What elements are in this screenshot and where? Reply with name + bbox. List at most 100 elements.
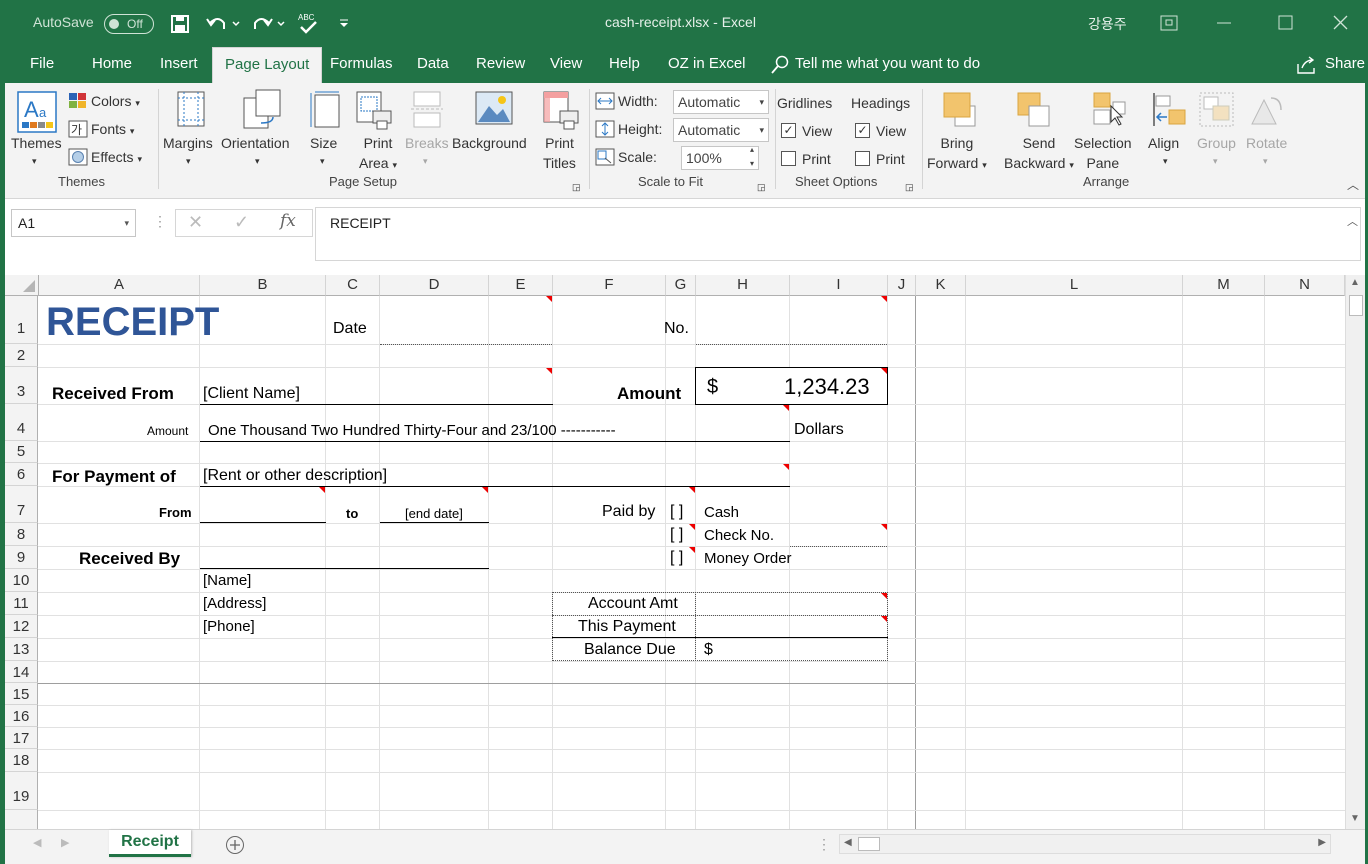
tab-page-layout[interactable]: Page Layout <box>212 47 323 83</box>
column-header[interactable]: D <box>380 275 489 296</box>
print-titles-icon[interactable] <box>542 91 580 131</box>
column-header[interactable]: E <box>489 275 553 296</box>
align-icon[interactable] <box>1151 92 1187 128</box>
client-name-field[interactable]: [Client Name] <box>203 385 300 403</box>
comment-indicator[interactable] <box>689 547 695 553</box>
send-backward-icon[interactable] <box>1017 92 1051 128</box>
size-dropdown-arrow[interactable]: ▾ <box>320 151 325 171</box>
ribbon-display-options-icon[interactable] <box>1160 15 1178 31</box>
margins-button[interactable]: Margins <box>163 133 213 153</box>
comment-indicator[interactable] <box>881 593 887 599</box>
comment-indicator[interactable] <box>319 487 325 493</box>
insert-function-icon[interactable]: fx <box>280 211 296 231</box>
page-setup-dialog-launcher[interactable]: ◲ <box>572 177 581 197</box>
row-header[interactable]: 19 <box>5 772 38 810</box>
comment-indicator[interactable] <box>689 487 695 493</box>
background-button[interactable]: Background <box>452 133 527 153</box>
address-field[interactable]: [Address] <box>203 595 266 612</box>
minimize-icon[interactable] <box>1217 22 1233 26</box>
column-header[interactable]: N <box>1265 275 1345 296</box>
comment-indicator[interactable] <box>881 368 887 374</box>
row-header[interactable]: 6 <box>5 463 38 486</box>
row-header[interactable]: 1 <box>5 296 38 344</box>
orientation-button[interactable]: Orientation <box>221 133 289 153</box>
background-icon[interactable] <box>475 91 515 127</box>
tab-insert[interactable]: Insert <box>160 47 198 83</box>
align-dropdown-arrow[interactable]: ▾ <box>1163 151 1168 171</box>
comment-indicator[interactable] <box>546 296 552 302</box>
comment-indicator[interactable] <box>482 487 488 493</box>
themes-button[interactable]: Themes <box>11 133 62 153</box>
name-field[interactable]: [Name] <box>203 572 251 589</box>
cancel-icon[interactable]: ✕ <box>188 212 203 233</box>
row-header[interactable]: 15 <box>5 683 38 705</box>
horizontal-scrollbar[interactable]: ◀ ▶ <box>839 834 1331 854</box>
headings-print-checkbox[interactable] <box>855 151 870 166</box>
selection-pane-icon[interactable] <box>1093 92 1127 128</box>
row-header[interactable]: 4 <box>5 404 38 441</box>
row-header[interactable] <box>5 810 38 829</box>
bring-forward-icon[interactable] <box>943 92 977 128</box>
margins-dropdown-arrow[interactable]: ▾ <box>186 151 191 171</box>
comment-indicator[interactable] <box>546 368 552 374</box>
row-header[interactable]: 11 <box>5 592 38 615</box>
close-icon[interactable] <box>1333 15 1349 31</box>
tab-file[interactable]: File <box>30 47 54 83</box>
user-name[interactable]: 강용주 <box>1088 14 1127 34</box>
maximize-icon[interactable] <box>1278 15 1294 31</box>
sheet-options-dialog-launcher[interactable]: ◲ <box>905 177 914 197</box>
collapse-ribbon-icon[interactable]: ︿ <box>1347 175 1359 195</box>
scale-dialog-launcher[interactable]: ◲ <box>757 177 766 197</box>
formula-bar-splitter[interactable]: ⋮ <box>153 213 167 230</box>
end-date-field[interactable]: [end date] <box>405 506 463 521</box>
formula-input[interactable]: RECEIPT <box>315 207 1361 261</box>
row-header[interactable]: 13 <box>5 638 38 661</box>
collapse-formula-bar-icon[interactable]: ︿ <box>1347 213 1358 229</box>
column-header[interactable]: B <box>200 275 326 296</box>
selection-pane-button[interactable]: Selection Pane <box>1074 133 1132 173</box>
bring-forward-button[interactable]: Bring Forward ▾ <box>927 133 987 175</box>
column-header[interactable]: F <box>553 275 666 296</box>
fonts-button[interactable]: Fonts ▾ <box>91 119 134 141</box>
vertical-scrollbar[interactable]: ▲ ▼ <box>1345 275 1365 829</box>
row-header[interactable]: 8 <box>5 523 38 546</box>
cash-checkbox[interactable]: [ ] <box>670 503 683 521</box>
sheet-tab-receipt[interactable]: Receipt <box>109 830 191 857</box>
column-header[interactable]: L <box>966 275 1183 296</box>
check-checkbox[interactable]: [ ] <box>670 526 683 544</box>
orientation-icon[interactable] <box>243 89 283 131</box>
column-header[interactable]: H <box>696 275 790 296</box>
spelling-icon[interactable]: ABC <box>297 12 319 36</box>
themes-icon[interactable]: Aa <box>17 91 57 133</box>
worksheet-grid[interactable]: A B C D E F G H I J K L M N 1 2 3 4 5 6 … <box>5 275 1345 829</box>
row-header[interactable]: 5 <box>5 441 38 463</box>
column-header[interactable]: K <box>916 275 966 296</box>
themes-dropdown-arrow[interactable]: ▾ <box>32 151 37 171</box>
tab-splitter[interactable]: ⋮ <box>817 836 831 853</box>
comment-indicator[interactable] <box>689 524 695 530</box>
comment-indicator[interactable] <box>783 405 789 411</box>
scroll-up-icon[interactable]: ▲ <box>1350 277 1360 288</box>
height-select[interactable]: Automatic ▾ <box>673 118 769 142</box>
tab-help[interactable]: Help <box>609 47 640 83</box>
vertical-scroll-thumb[interactable] <box>1349 295 1363 316</box>
orientation-dropdown-arrow[interactable]: ▾ <box>255 151 260 171</box>
customize-qat-icon[interactable] <box>338 18 350 30</box>
share-button[interactable]: Share <box>1325 47 1365 83</box>
comment-indicator[interactable] <box>783 464 789 470</box>
print-titles-button[interactable]: Print Titles <box>543 133 576 173</box>
money-order-checkbox[interactable]: [ ] <box>670 549 683 567</box>
column-header[interactable]: C <box>326 275 380 296</box>
gridlines-view-checkbox[interactable]: ✓ <box>781 123 796 138</box>
row-header[interactable]: 10 <box>5 569 38 592</box>
row-header[interactable]: 3 <box>5 367 38 404</box>
row-header[interactable]: 7 <box>5 486 38 523</box>
phone-field[interactable]: [Phone] <box>203 618 255 635</box>
payment-description-field[interactable]: [Rent or other description] <box>203 467 387 485</box>
align-button[interactable]: Align <box>1148 133 1179 153</box>
row-header[interactable]: 12 <box>5 615 38 638</box>
comment-indicator[interactable] <box>881 524 887 530</box>
size-button[interactable]: Size <box>310 133 337 153</box>
effects-button[interactable]: Effects ▾ <box>91 147 142 169</box>
spinner-arrows-icon[interactable]: ▴ ▾ <box>750 143 754 171</box>
